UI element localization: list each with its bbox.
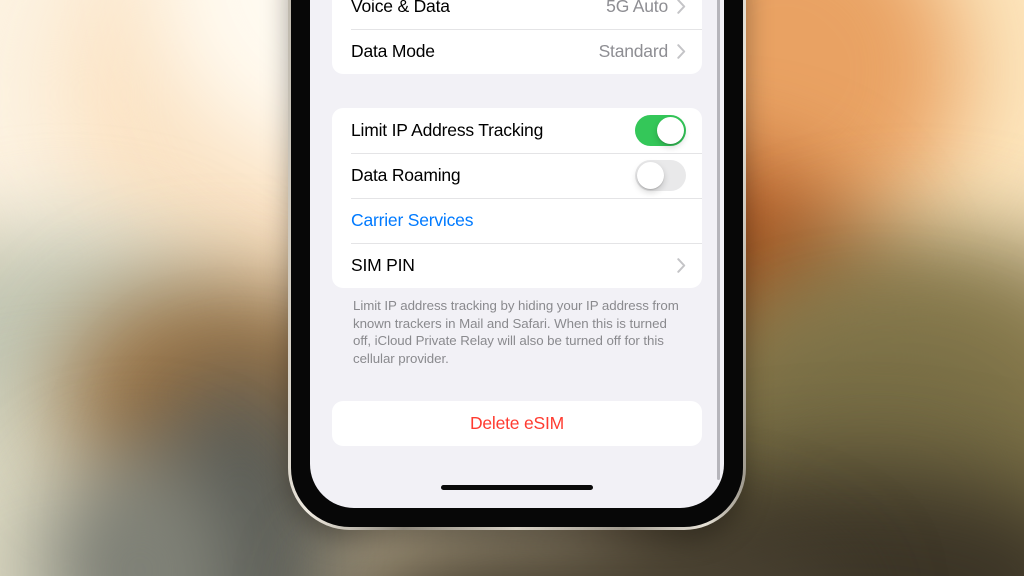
data-roaming-toggle[interactable] [635,160,686,191]
row-data-roaming[interactable]: Data Roaming [332,153,702,198]
toggle-knob [637,162,664,189]
privacy-section-footer: Limit IP address tracking by hiding your… [353,298,679,366]
chevron-right-icon [677,0,686,14]
toggle-knob [657,117,684,144]
row-limit-ip-address-tracking-accessory [635,115,686,146]
settings-scroll-content[interactable]: Voice & Data 5G Auto Data Mode Standard [310,0,724,447]
row-sim-pin[interactable]: SIM PIN [332,243,702,288]
delete-esim-label: Delete eSIM [469,413,565,434]
device-screen: Voice & Data 5G Auto Data Mode Standard [310,0,724,508]
limit-ip-address-tracking-toggle[interactable] [635,115,686,146]
network-settings-card: Voice & Data 5G Auto Data Mode Standard [332,0,702,74]
privacy-settings-card: Limit IP Address Tracking Data Roaming C… [332,108,702,288]
row-voice-and-data-accessory: 5G Auto [606,0,686,17]
row-data-mode-accessory: Standard [599,41,686,62]
row-sim-pin-accessory [677,258,686,273]
chevron-right-icon [677,258,686,273]
row-data-mode-label: Data Mode [351,41,435,61]
delete-esim-button[interactable]: Delete eSIM [332,401,702,447]
iphone-device: Voice & Data 5G Auto Data Mode Standard [288,0,746,530]
row-data-roaming-label: Data Roaming [351,165,461,185]
row-voice-and-data[interactable]: Voice & Data 5G Auto [332,0,702,29]
home-indicator[interactable] [441,485,593,490]
row-voice-and-data-value: 5G Auto [606,0,668,16]
row-data-mode-value: Standard [598,41,669,61]
row-data-mode[interactable]: Data Mode Standard [332,29,702,74]
row-data-roaming-accessory [635,160,686,191]
row-carrier-services-label: Carrier Services [351,210,474,230]
vertical-scrollbar[interactable] [717,0,720,480]
row-voice-and-data-label: Voice & Data [351,0,450,16]
row-sim-pin-label: SIM PIN [351,255,415,275]
chevron-right-icon [677,44,686,59]
row-carrier-services[interactable]: Carrier Services [332,198,702,243]
row-limit-ip-address-tracking[interactable]: Limit IP Address Tracking [332,108,702,153]
row-limit-ip-address-tracking-label: Limit IP Address Tracking [351,120,544,140]
